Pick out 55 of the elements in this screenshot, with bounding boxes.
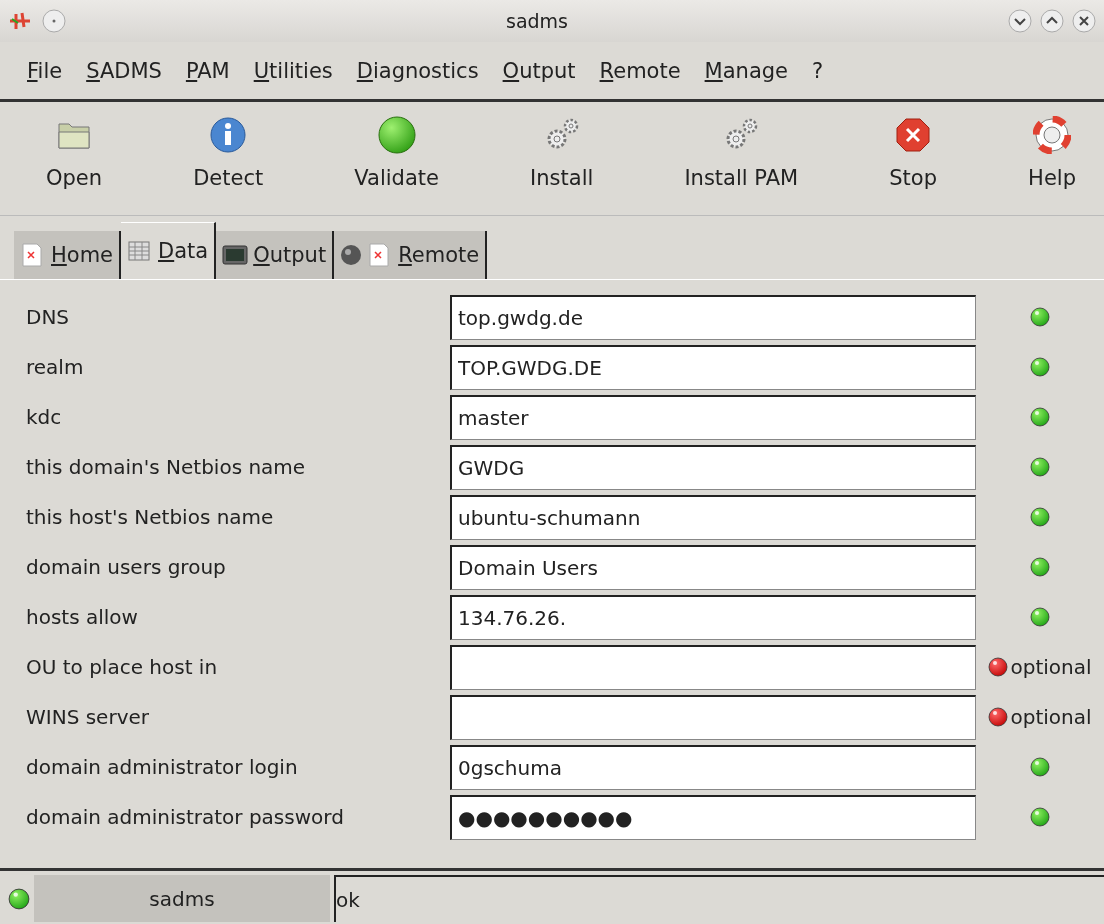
input-field[interactable] xyxy=(450,644,976,690)
input-field[interactable]: Domain Users xyxy=(450,544,976,590)
ball-icon xyxy=(377,116,416,154)
close-button[interactable] xyxy=(1072,9,1096,33)
field-label: OU to place host in xyxy=(26,655,219,679)
menu-item[interactable]: SADMS xyxy=(75,58,173,83)
field-label: this host's Netbios name xyxy=(26,505,275,529)
field-label: this domain's Netbios name xyxy=(26,455,307,479)
input-field[interactable]: ●●●●●●●●●● xyxy=(450,794,976,840)
input-field[interactable] xyxy=(450,694,976,740)
input-field[interactable]: 134.76.26. xyxy=(450,594,976,640)
field-label: domain administrator password xyxy=(26,805,345,829)
field-label: DNS xyxy=(26,305,71,329)
menu-item[interactable]: Output xyxy=(491,58,587,83)
optional-note: optional xyxy=(1010,655,1092,679)
input-field[interactable]: ubuntu-schumann xyxy=(450,494,976,540)
status-panel: sadms xyxy=(34,875,330,922)
menu-item[interactable]: Utilities xyxy=(242,58,344,83)
tab[interactable]: Remote xyxy=(334,231,488,279)
toolbar-button[interactable]: Open xyxy=(40,112,109,209)
input-field[interactable]: GWDG xyxy=(450,444,976,490)
field-label: WINS server xyxy=(26,705,150,729)
menu-item[interactable]: PAM xyxy=(174,58,241,83)
minimize-button[interactable] xyxy=(1008,9,1032,33)
toolbar-button[interactable]: Install xyxy=(524,112,600,209)
input-field[interactable]: master xyxy=(450,394,976,440)
toolbar-button[interactable]: Install PAM xyxy=(678,112,805,209)
menu-item[interactable]: Diagnostics xyxy=(345,58,490,83)
field-label: realm xyxy=(26,355,85,379)
menu-item[interactable]: ? xyxy=(801,58,835,83)
menu-item[interactable]: File xyxy=(16,58,74,83)
tab[interactable]: Data xyxy=(121,222,217,279)
input-field[interactable]: 0gschuma xyxy=(450,744,976,790)
toolbar-button[interactable]: Detect xyxy=(187,112,270,209)
field-label: hosts allow xyxy=(26,605,139,629)
toolbar-button[interactable]: Stop xyxy=(883,112,943,209)
field-label: domain administrator login xyxy=(26,755,299,779)
menu-item[interactable]: Manage xyxy=(693,58,800,83)
info-icon xyxy=(209,116,248,154)
input-field[interactable]: top.gwdg.de xyxy=(450,294,976,340)
terminal-icon xyxy=(222,242,249,268)
optional-note: optional xyxy=(1010,705,1092,729)
toolbar-button[interactable]: Help xyxy=(1022,112,1082,209)
field-label: kdc xyxy=(26,405,63,429)
stop-icon xyxy=(894,116,933,154)
lifebuoy-icon xyxy=(1033,116,1072,154)
status-message: ok xyxy=(334,875,1104,922)
menu-item[interactable]: Remote xyxy=(588,58,692,83)
input-field[interactable]: TOP.GWDG.DE xyxy=(450,344,976,390)
window-title: sadms xyxy=(505,10,569,32)
maximize-button[interactable] xyxy=(1040,9,1064,33)
tab[interactable]: Output xyxy=(216,231,335,279)
toolbar-button[interactable]: Validate xyxy=(348,112,445,209)
tab[interactable]: Home xyxy=(14,231,122,279)
field-label: domain users group xyxy=(26,555,227,579)
